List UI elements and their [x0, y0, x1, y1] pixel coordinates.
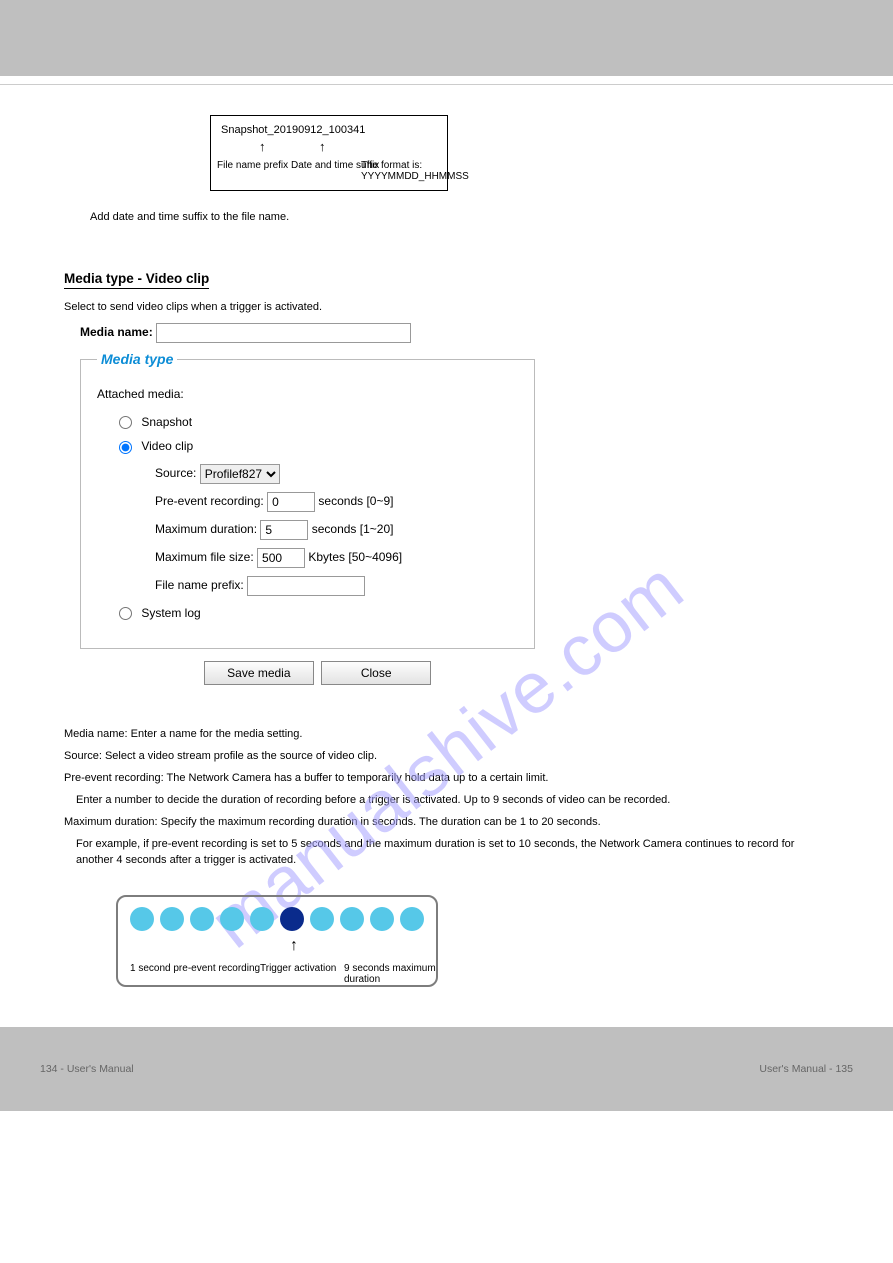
max-duration-suffix: seconds [1~20]	[312, 522, 394, 536]
arrow-up-icon: ↑	[290, 937, 298, 955]
example-filename: Snapshot_20190912_100341	[221, 124, 437, 136]
timeline-dot-icon	[220, 907, 244, 931]
top-bar: VIVOTEK VIVOTEK - A Leading Provider of …	[0, 0, 893, 76]
close-button[interactable]: Close	[321, 661, 431, 685]
footer-right: User's Manual - 135	[759, 1063, 853, 1075]
recording-timeline-box: ↑ 1 second pre-event recording Trigger a…	[116, 895, 438, 987]
timeline-dot-icon	[130, 907, 154, 931]
timeline-dot-icon	[190, 907, 214, 931]
system-log-radio[interactable]	[119, 607, 132, 620]
timeline-dot-icon	[310, 907, 334, 931]
source-select[interactable]: Profilef827	[200, 464, 280, 484]
desc-pre2: Enter a number to decide the duration of…	[76, 793, 833, 809]
filename-prefix-input[interactable]	[247, 576, 365, 596]
timeline-post-label: 9 seconds maximum duration	[344, 963, 436, 985]
section-intro: Select to send video clips when a trigge…	[64, 301, 833, 313]
filename-prefix-label: File name prefix:	[155, 578, 244, 592]
pre-event-label: Pre-event recording:	[155, 494, 264, 508]
max-duration-label: Maximum duration:	[155, 522, 257, 536]
attached-media-label: Attached media:	[97, 387, 518, 401]
media-name-input[interactable]	[156, 323, 411, 343]
desc-pre1: Pre-event recording: The Network Camera …	[64, 771, 833, 787]
example-label-format: The format is: YYYYMMDD_HHMMSS	[361, 160, 469, 182]
timeline-trigger-dot-icon	[280, 907, 304, 931]
timeline-dot-icon	[400, 907, 424, 931]
arrow-up-icon: ↑	[259, 140, 266, 153]
desc-source: Source: Select a video stream profile as…	[64, 749, 833, 765]
system-log-label: System log	[141, 606, 200, 620]
save-media-button[interactable]: Save media	[204, 661, 314, 685]
timeline-dot-icon	[250, 907, 274, 931]
video-clip-label: Video clip	[141, 439, 193, 453]
media-type-legend: Media type	[97, 351, 177, 367]
pre-event-input[interactable]	[267, 492, 315, 512]
snapshot-radio[interactable]	[119, 416, 132, 429]
desc-media-name: Media name: Enter a name for the media s…	[64, 727, 833, 743]
media-name-label: Media name:	[80, 325, 153, 339]
timeline-dot-icon	[340, 907, 364, 931]
section-heading: Media type - Video clip	[64, 271, 209, 289]
video-clip-options: Source: Profilef827 Pre-event recording:…	[155, 464, 518, 596]
video-clip-radio[interactable]	[119, 441, 132, 454]
suffix-note: Add date and time suffix to the file nam…	[90, 211, 833, 223]
divider	[0, 84, 893, 85]
pre-event-suffix: seconds [0~9]	[318, 494, 393, 508]
media-form: Media name: Media type Attached media: S…	[80, 323, 560, 685]
snapshot-label: Snapshot	[141, 415, 192, 429]
timeline-dots	[130, 907, 426, 931]
desc-dur: Maximum duration: Specify the maximum re…	[64, 815, 833, 831]
description-block: Media name: Enter a name for the media s…	[64, 727, 833, 869]
arrow-up-icon: ↑	[319, 140, 326, 153]
max-size-label: Maximum file size:	[155, 550, 254, 564]
max-size-input[interactable]	[257, 548, 305, 568]
example-label-prefix: File name prefix	[217, 160, 288, 171]
bottom-bar: 134 - User's Manual User's Manual - 135	[0, 1027, 893, 1111]
media-type-fieldset: Media type Attached media: Snapshot Vide…	[80, 351, 535, 649]
source-label: Source:	[155, 466, 196, 480]
timeline-dot-icon	[370, 907, 394, 931]
filename-example-box: Snapshot_20190912_100341 ↑ ↑ File name p…	[210, 115, 448, 191]
timeline-dot-icon	[160, 907, 184, 931]
max-duration-input[interactable]	[260, 520, 308, 540]
desc-example-intro: For example, if pre-event recording is s…	[76, 837, 833, 869]
timeline-trigger-label: Trigger activation	[260, 963, 336, 974]
max-size-suffix: Kbytes [50~4096]	[308, 550, 402, 564]
footer-left: 134 - User's Manual	[40, 1063, 134, 1075]
timeline-pre-label: 1 second pre-event recording	[130, 963, 260, 974]
